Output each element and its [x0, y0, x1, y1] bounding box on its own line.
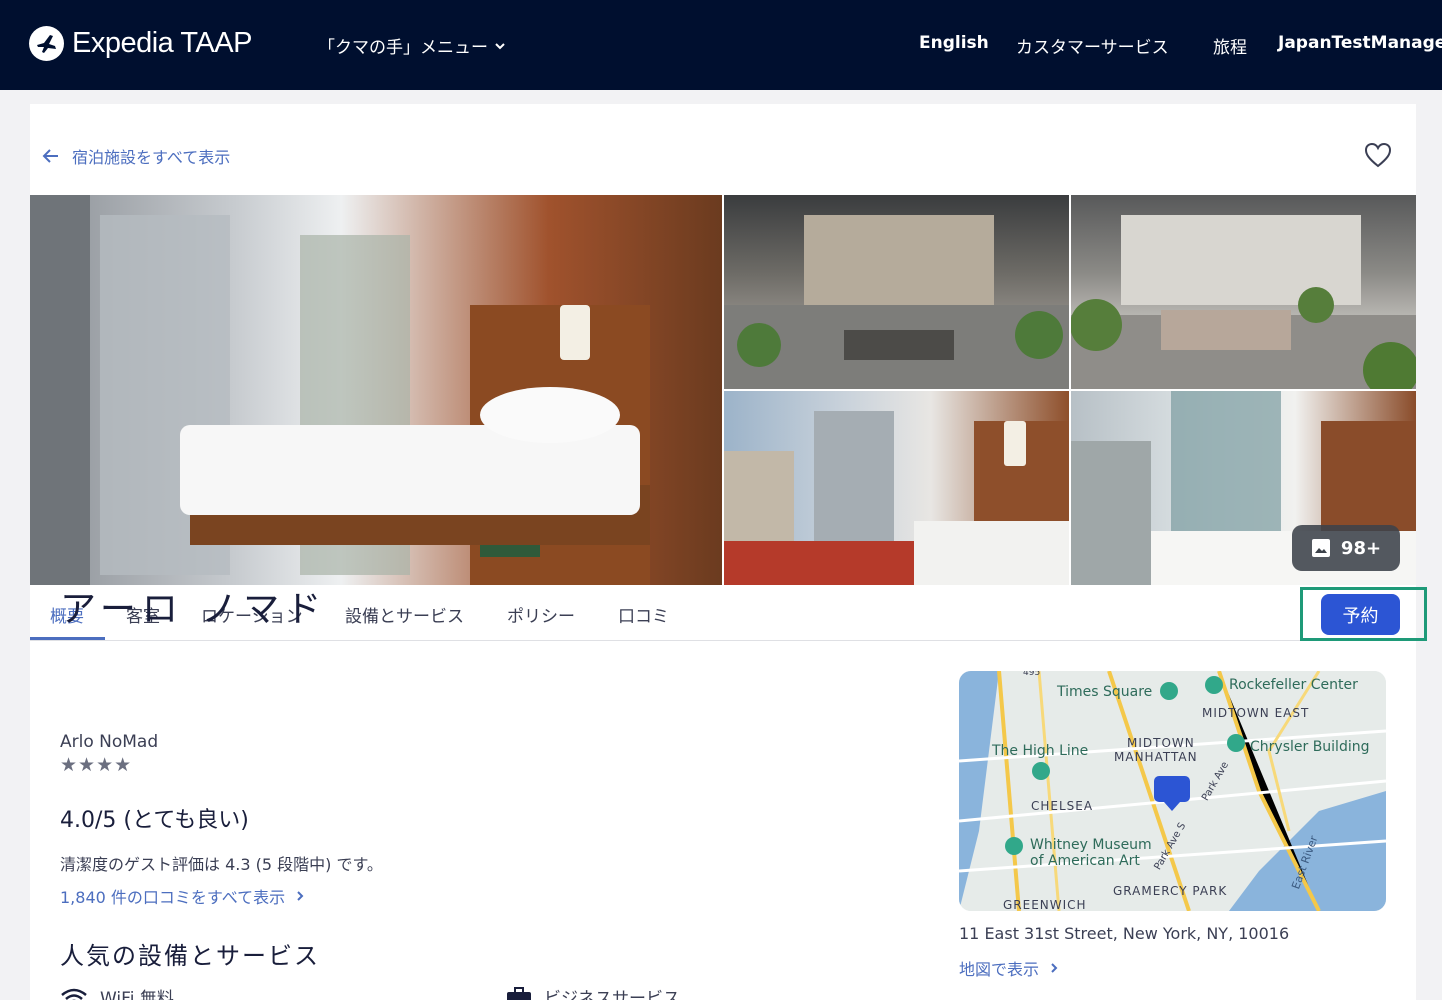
favorite-heart-icon[interactable] [1364, 142, 1392, 172]
itinerary-link[interactable]: 旅程 [1213, 33, 1247, 58]
map-label-midtown-manhattan-line2: MANHATTAN [1114, 750, 1198, 764]
view-on-map-label: 地図で表示 [959, 960, 1040, 979]
active-tab-indicator [30, 637, 105, 640]
map-label-greenwich: GREENWICH [1003, 898, 1087, 911]
chevron-down-icon [495, 42, 505, 49]
property-card: 宿泊施設をすべて表示 98+ 概要 客室 ロケーション 設備とサービス ポリシー… [30, 104, 1427, 1000]
book-button[interactable]: 予約 [1321, 594, 1400, 635]
map-label-route-495: 495 [1023, 671, 1041, 678]
hotel-address: 11 East 31st Street, New York, NY, 10016 [959, 924, 1290, 943]
tab-amenities[interactable]: 設備とサービス [345, 602, 464, 627]
menu-dropdown-label: 「クマの手」メニュー [318, 38, 488, 58]
map-label-gramercy: GRAMERCY PARK [1113, 884, 1228, 898]
hotel-photo-room-view[interactable] [724, 391, 1069, 585]
map-label-rockefeller: Rockefeller Center [1229, 677, 1358, 693]
photo-gallery: 98+ [30, 195, 1416, 585]
plane-logo-icon [29, 26, 64, 61]
map-label-high-line: The High Line [992, 743, 1089, 759]
map-label-midtown-east: MIDTOWN EAST [1202, 706, 1310, 720]
all-reviews-link[interactable]: 1,840 件の口コミをすべて表示 [60, 884, 305, 908]
view-all-photos-button[interactable]: 98+ [1292, 525, 1400, 571]
hotel-name-japanese: アーロ ノマド [60, 589, 328, 630]
tab-policies[interactable]: ポリシー [507, 602, 575, 627]
image-gallery-icon [1311, 539, 1330, 557]
location-map[interactable]: Times Square Rockefeller Center MIDTOWN … [959, 671, 1386, 911]
photo-count-label: 98+ [1340, 537, 1382, 559]
top-navigation-bar: Expedia TAAP 「クマの手」メニュー English カスタマーサービ… [0, 0, 1442, 90]
map-label-whitney-line2: of American Art [1030, 853, 1140, 869]
map-label-times-square: Times Square [1057, 684, 1153, 700]
arrow-left-icon [42, 149, 58, 163]
chevron-right-icon [297, 891, 304, 901]
menu-dropdown[interactable]: 「クマの手」メニュー [318, 33, 506, 58]
view-on-map-link[interactable]: 地図で表示 [959, 956, 1059, 980]
map-label-chrysler: Chrysler Building [1250, 739, 1370, 755]
hotel-photo-terrace-2[interactable] [1071, 195, 1416, 389]
map-label-whitney-line1: Whitney Museum [1030, 837, 1152, 853]
wifi-icon [61, 988, 87, 1000]
all-reviews-link-label: 1,840 件の口コミをすべて表示 [60, 888, 286, 907]
amenity-business-services: ビジネスサービス [506, 984, 680, 1000]
account-menu[interactable]: JapanTestManager [1278, 33, 1442, 53]
amenity-wifi: WiFi 無料 [60, 984, 174, 1000]
tab-reviews[interactable]: 口コミ [618, 602, 669, 627]
star-rating: ★★★★ [60, 754, 133, 776]
amenity-wifi-label: WiFi 無料 [100, 989, 174, 1000]
customer-service-link[interactable]: カスタマーサービス [1016, 33, 1169, 58]
language-link[interactable]: English [919, 33, 989, 53]
back-to-all-properties-link[interactable]: 宿泊施設をすべて表示 [42, 144, 230, 168]
logo-text: Expedia TAAP [72, 27, 252, 59]
hotel-name-english: Arlo NoMad [60, 732, 159, 752]
amenities-heading: 人気の設備とサービス [60, 942, 320, 970]
cleanliness-rating: 清潔度のゲスト評価は 4.3 (5 段階中) です。 [60, 855, 383, 874]
back-link-label: 宿泊施設をすべて表示 [72, 148, 231, 167]
hotel-photo-terrace-1[interactable] [724, 195, 1069, 389]
expedia-taap-logo[interactable]: Expedia TAAP [29, 26, 252, 61]
chevron-right-icon [1051, 963, 1058, 973]
amenity-business-label: ビジネスサービス [544, 989, 680, 1000]
guest-rating: 4.0/5 (とても良い) [60, 808, 249, 833]
briefcase-icon [507, 986, 531, 1000]
map-label-chelsea: CHELSEA [1031, 799, 1094, 813]
map-label-midtown-manhattan-line1: MIDTOWN [1127, 736, 1195, 750]
hotel-photo-main-bedroom[interactable] [30, 195, 722, 585]
